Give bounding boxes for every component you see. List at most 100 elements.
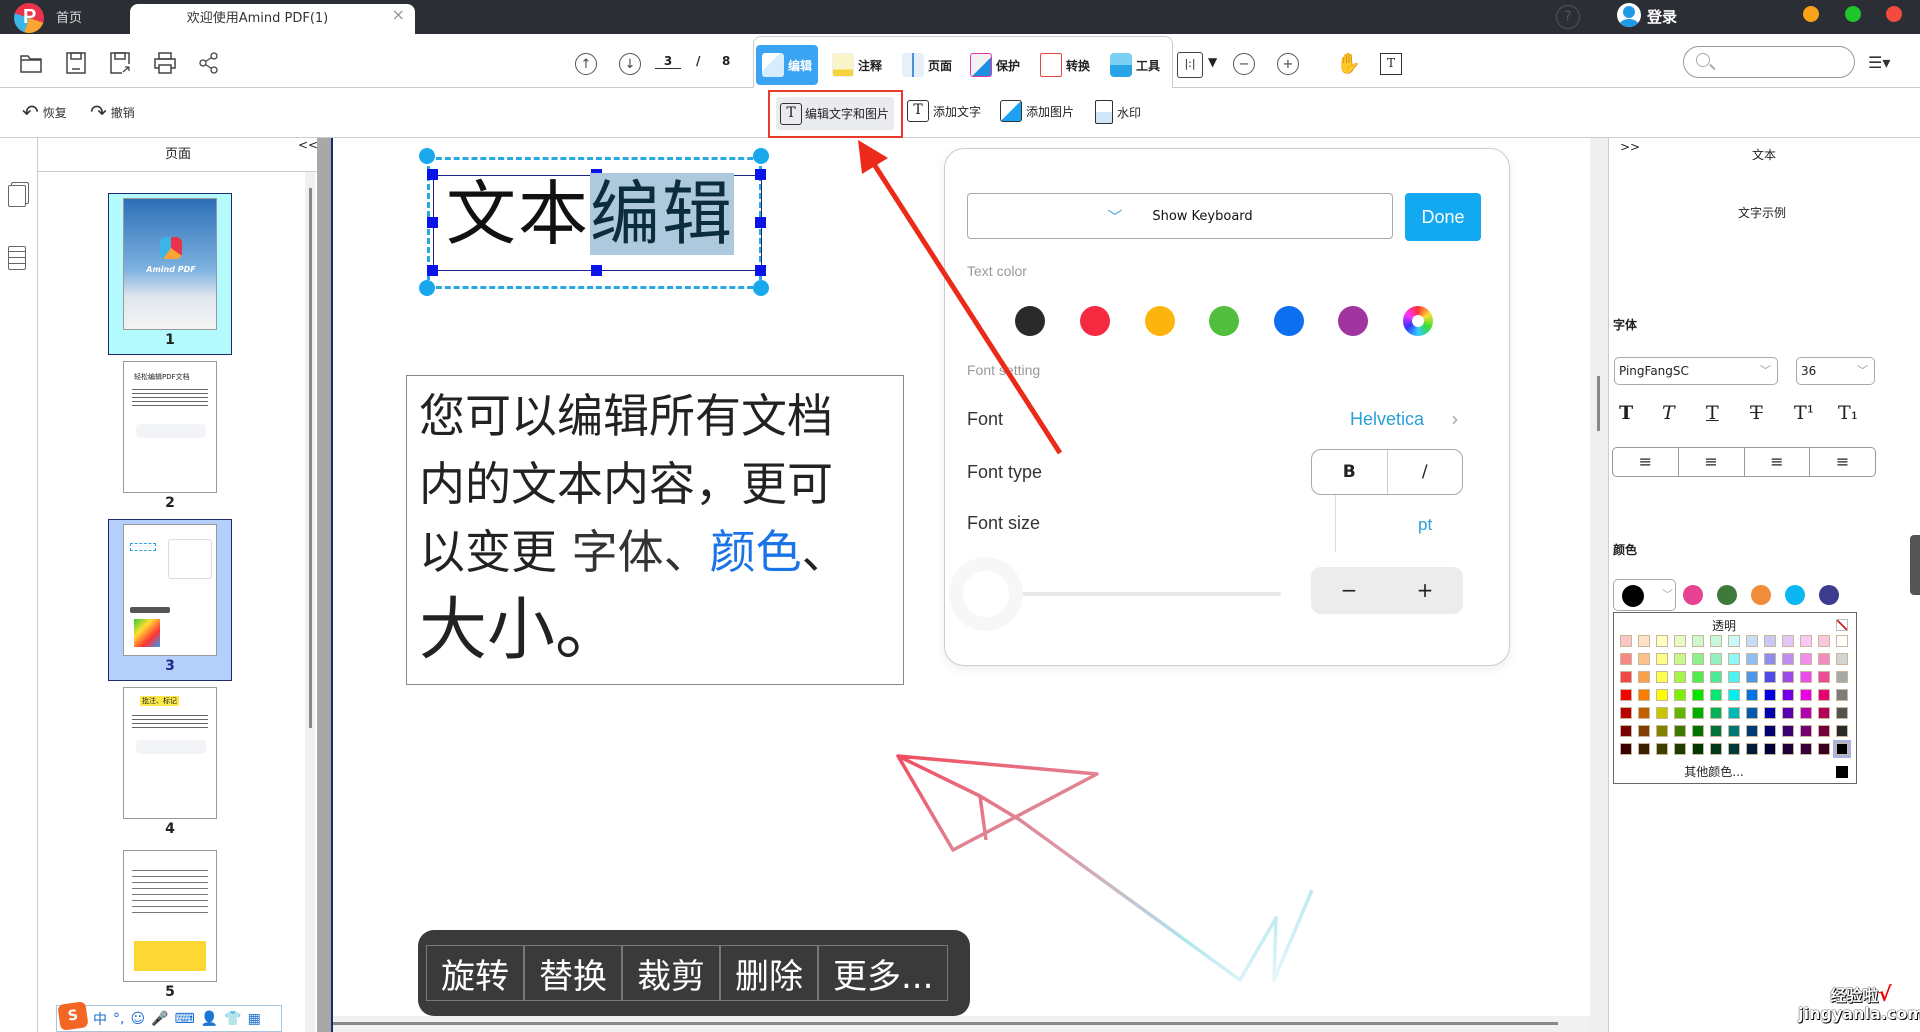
vertical-scrollbar-track[interactable] bbox=[1590, 138, 1608, 1032]
editable-title[interactable]: 文本编辑 bbox=[446, 172, 734, 256]
tab-annotate[interactable]: 注释 bbox=[826, 45, 888, 85]
zoom-out-button[interactable]: − bbox=[1233, 53, 1255, 75]
tab-document[interactable]: 欢迎使用Amind PDF(1) × bbox=[130, 4, 415, 34]
thumbnail-scrollbar[interactable] bbox=[305, 172, 315, 1032]
palette-swatch[interactable] bbox=[1692, 743, 1704, 755]
tab-home[interactable]: 首页 bbox=[56, 7, 82, 26]
crop-button[interactable]: 裁剪 bbox=[622, 945, 720, 1001]
layout-dropdown-icon[interactable]: ▼ bbox=[1208, 55, 1217, 69]
palette-swatch[interactable] bbox=[1674, 707, 1686, 719]
ime-keyboard-icon[interactable]: ⌨ bbox=[175, 1011, 195, 1027]
resize-handle[interactable] bbox=[427, 217, 438, 228]
palette-swatch[interactable] bbox=[1800, 743, 1812, 755]
ime-skin-icon[interactable]: 👕 bbox=[224, 1011, 241, 1027]
save-icon[interactable] bbox=[63, 50, 89, 76]
palette-swatch[interactable] bbox=[1620, 689, 1632, 701]
font-size-unit[interactable]: pt bbox=[1418, 515, 1432, 535]
palette-swatch[interactable] bbox=[1782, 707, 1794, 719]
no-color-icon[interactable] bbox=[1836, 619, 1848, 631]
thumbnail-page-2[interactable]: 轻松编辑PDF文档 2 bbox=[108, 356, 232, 518]
hand-tool-icon[interactable]: ✋ bbox=[1336, 51, 1361, 75]
palette-swatch[interactable] bbox=[1638, 653, 1650, 665]
user-avatar-icon[interactable] bbox=[1617, 3, 1641, 27]
palette-swatch[interactable] bbox=[1728, 743, 1740, 755]
palette-swatch[interactable] bbox=[1764, 653, 1776, 665]
quick-color-swatch[interactable] bbox=[1683, 585, 1703, 605]
panel-divider[interactable] bbox=[317, 138, 333, 1032]
palette-swatch[interactable] bbox=[1710, 653, 1722, 665]
superscript-format-button[interactable]: T¹ bbox=[1794, 402, 1814, 424]
watermark-button[interactable]: 水印 bbox=[1095, 100, 1141, 124]
outline-panel-icon[interactable] bbox=[8, 246, 26, 270]
transparent-option[interactable]: 透明 bbox=[1614, 617, 1834, 634]
palette-swatch[interactable] bbox=[1836, 707, 1848, 719]
resize-handle[interactable] bbox=[755, 169, 766, 180]
decrease-button[interactable]: − bbox=[1311, 567, 1387, 614]
palette-swatch[interactable] bbox=[1638, 743, 1650, 755]
page-layout-button[interactable]: |:| bbox=[1177, 52, 1203, 78]
ime-chinese-mode[interactable]: 中 bbox=[93, 1009, 107, 1029]
rotate-handle[interactable] bbox=[753, 280, 769, 296]
palette-swatch[interactable] bbox=[1656, 725, 1668, 737]
expand-panel-button[interactable]: >> bbox=[1620, 140, 1640, 154]
palette-swatch[interactable] bbox=[1710, 689, 1722, 701]
edit-text-image-button[interactable]: T 编辑文字和图片 bbox=[768, 90, 903, 138]
undo-button[interactable]: ↶ 恢复 bbox=[22, 100, 67, 124]
add-text-button[interactable]: T 添加文字 bbox=[907, 100, 981, 122]
strikethrough-format-button[interactable]: T bbox=[1750, 402, 1763, 424]
palette-swatch[interactable] bbox=[1620, 707, 1632, 719]
tab-edit[interactable]: 编辑 bbox=[756, 45, 819, 85]
font-family-select[interactable]: PingFangSC ﹀ bbox=[1614, 357, 1778, 385]
palette-swatch[interactable] bbox=[1692, 707, 1704, 719]
palette-swatch[interactable] bbox=[1656, 671, 1668, 683]
horizontal-scrollbar[interactable] bbox=[333, 1022, 1558, 1025]
palette-swatch[interactable] bbox=[1674, 689, 1686, 701]
color-swatch-green[interactable] bbox=[1209, 306, 1239, 336]
font-size-slider[interactable] bbox=[989, 592, 1281, 596]
palette-swatch[interactable] bbox=[1620, 743, 1632, 755]
palette-swatch[interactable] bbox=[1710, 743, 1722, 755]
bold-button[interactable]: B bbox=[1312, 450, 1387, 494]
zoom-in-button[interactable]: + bbox=[1277, 53, 1299, 75]
palette-swatch[interactable] bbox=[1728, 689, 1740, 701]
bold-format-button[interactable]: T bbox=[1619, 402, 1633, 424]
palette-swatch[interactable] bbox=[1710, 725, 1722, 737]
close-window-button[interactable] bbox=[1886, 6, 1902, 22]
more-colors-button[interactable]: 其他颜色... bbox=[1614, 763, 1814, 780]
view-menu-button[interactable]: ☰▾ bbox=[1868, 53, 1890, 72]
palette-swatch[interactable] bbox=[1620, 653, 1632, 665]
palette-swatch[interactable] bbox=[1818, 689, 1830, 701]
delete-button[interactable]: 删除 bbox=[720, 945, 818, 1001]
color-swatch-blue[interactable] bbox=[1274, 306, 1304, 336]
color-wheel-icon[interactable] bbox=[1403, 306, 1433, 336]
palette-swatch[interactable] bbox=[1674, 635, 1686, 647]
font-value[interactable]: Helvetica bbox=[1350, 409, 1424, 430]
palette-swatch[interactable] bbox=[1764, 707, 1776, 719]
palette-swatch[interactable] bbox=[1746, 743, 1758, 755]
palette-swatch[interactable] bbox=[1836, 725, 1848, 737]
palette-swatch[interactable] bbox=[1620, 725, 1632, 737]
rotate-button[interactable]: 旋转 bbox=[426, 945, 524, 1001]
palette-swatch[interactable] bbox=[1728, 653, 1740, 665]
chevron-right-icon[interactable]: › bbox=[1451, 407, 1459, 431]
palette-swatch[interactable] bbox=[1836, 671, 1848, 683]
tab-tools[interactable]: 工具 bbox=[1104, 45, 1166, 85]
palette-swatch[interactable] bbox=[1638, 635, 1650, 647]
pages-panel-icon[interactable] bbox=[8, 185, 26, 207]
align-center-button[interactable]: ≡ bbox=[1677, 448, 1744, 476]
close-tab-icon[interactable]: × bbox=[392, 0, 405, 30]
palette-swatch[interactable] bbox=[1836, 689, 1848, 701]
save-as-icon[interactable] bbox=[108, 50, 134, 76]
prev-page-button[interactable]: ↑ bbox=[575, 53, 597, 75]
underline-format-button[interactable]: T bbox=[1706, 402, 1719, 424]
palette-swatch[interactable] bbox=[1746, 725, 1758, 737]
thumbnail-page-1[interactable]: Amind PDF 1 bbox=[108, 193, 232, 355]
palette-swatch[interactable] bbox=[1800, 635, 1812, 647]
redo-button[interactable]: ↷ 撤销 bbox=[90, 100, 135, 124]
thumbnail-page-4[interactable]: 批注、标记 4 bbox=[108, 682, 232, 844]
resize-handle[interactable] bbox=[755, 217, 766, 228]
palette-swatch[interactable] bbox=[1656, 707, 1668, 719]
palette-swatch[interactable] bbox=[1620, 671, 1632, 683]
ime-voice-icon[interactable]: 🎤 bbox=[151, 1011, 168, 1027]
body-text-box[interactable]: 您可以编辑所有文档 内的文本内容，更可 以变更 字体、颜色、 大小。 bbox=[406, 375, 904, 685]
